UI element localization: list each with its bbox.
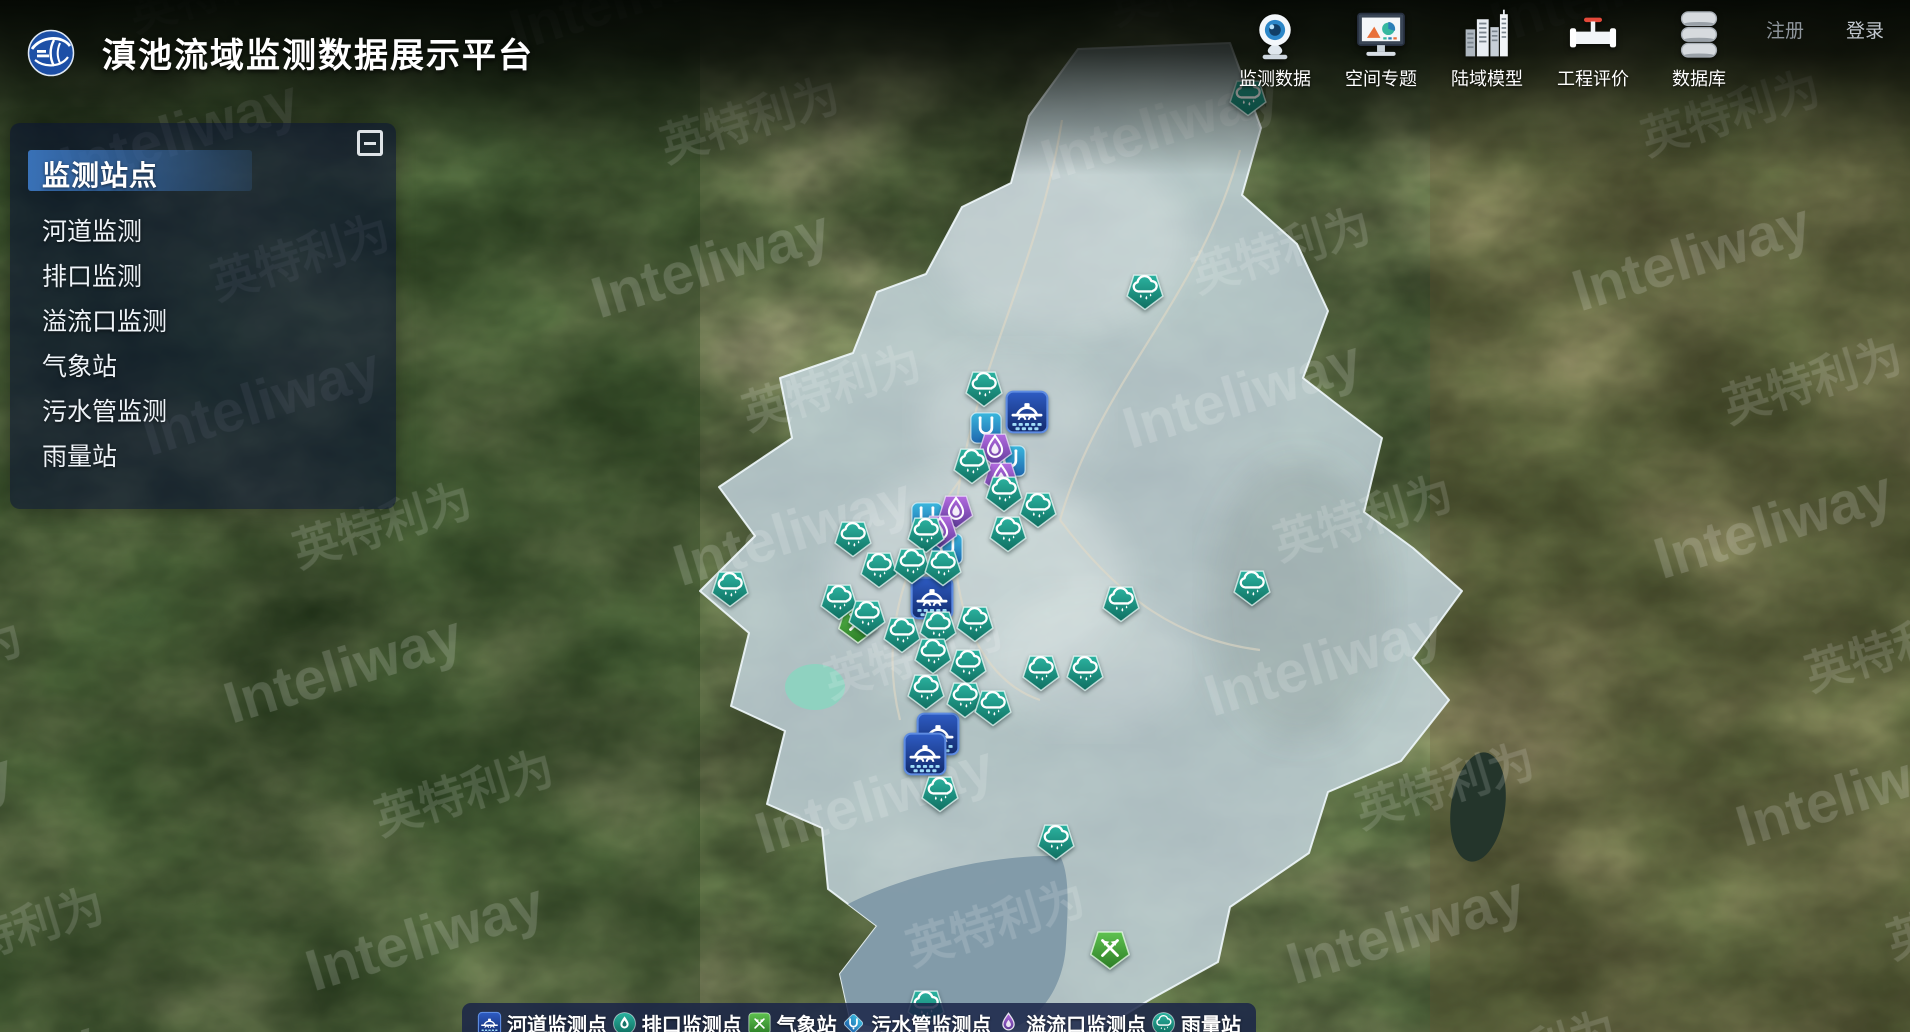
river-marker-icon bbox=[1004, 389, 1050, 435]
map-legend: 河道监测点 排口监测点 气象站 污水管监测点 溢流口监测点 雨量站 bbox=[462, 1003, 1256, 1032]
map-marker-rain[interactable] bbox=[923, 546, 964, 587]
sidebar-menu: 河道监测排口监测溢流口监测气象站污水管监测雨量站 bbox=[42, 210, 167, 480]
map-marker-rain[interactable] bbox=[1232, 566, 1273, 607]
pipe-valve-icon bbox=[1566, 8, 1620, 62]
nav-item-spatial-theme[interactable]: 空间专题 bbox=[1328, 8, 1434, 91]
map-marker-rain[interactable] bbox=[973, 686, 1014, 727]
header-nav: 监测数据 空间专题 陆域模型 工程评价 数据库 bbox=[1222, 8, 1752, 91]
rain-marker-icon bbox=[1036, 820, 1077, 861]
map-marker-rain[interactable] bbox=[964, 367, 1005, 408]
sidebar-item-overflow[interactable]: 溢流口监测 bbox=[42, 300, 167, 345]
outfall-legend-icon bbox=[612, 1011, 637, 1032]
auth-links: 注册 登录 bbox=[1766, 16, 1884, 43]
map-marker-rain[interactable] bbox=[920, 772, 961, 813]
nav-item-monitor-data[interactable]: 监测数据 bbox=[1222, 8, 1328, 91]
map-marker-rain[interactable] bbox=[1101, 582, 1142, 623]
minimize-icon bbox=[364, 142, 376, 145]
nav-item-label: 监测数据 bbox=[1239, 65, 1311, 91]
database-icon bbox=[1672, 8, 1726, 62]
monitoring-stations-panel: 监测站点 河道监测排口监测溢流口监测气象站污水管监测雨量站 bbox=[10, 123, 396, 509]
nav-item-database[interactable]: 数据库 bbox=[1646, 8, 1752, 91]
map-marker-river[interactable] bbox=[1004, 389, 1050, 435]
monitor-chart-icon bbox=[1354, 8, 1408, 62]
map-marker-rain[interactable] bbox=[955, 602, 996, 643]
login-link[interactable]: 登录 bbox=[1846, 16, 1884, 43]
legend-item-label: 排口监测点 bbox=[642, 1009, 742, 1032]
nav-item-land-model[interactable]: 陆域模型 bbox=[1434, 8, 1540, 91]
legend-item-label: 污水管监测点 bbox=[871, 1009, 991, 1032]
legend-item-outfall[interactable]: 排口监测点 bbox=[612, 1009, 742, 1032]
legend-item-overflow[interactable]: 溢流口监测点 bbox=[996, 1009, 1146, 1032]
weather-marker-icon bbox=[1088, 926, 1132, 970]
rain-marker-icon bbox=[1021, 651, 1062, 692]
rain-marker-icon bbox=[1065, 651, 1106, 692]
minimize-button[interactable] bbox=[357, 130, 383, 156]
rain-marker-icon bbox=[1125, 270, 1166, 311]
rain-marker-icon bbox=[955, 602, 996, 643]
webcam-icon bbox=[1248, 8, 1302, 62]
company-logo-icon[interactable] bbox=[27, 29, 75, 77]
nav-item-label: 空间专题 bbox=[1345, 65, 1417, 91]
rain-marker-icon bbox=[973, 686, 1014, 727]
sidebar-item-outfall[interactable]: 排口监测 bbox=[42, 255, 167, 300]
map-marker-weather[interactable] bbox=[1088, 926, 1132, 970]
rain-marker-icon bbox=[964, 367, 1005, 408]
rain-marker-icon bbox=[923, 546, 964, 587]
legend-item-label: 雨量站 bbox=[1181, 1009, 1241, 1032]
map-marker-rain[interactable] bbox=[1125, 270, 1166, 311]
nav-item-label: 数据库 bbox=[1672, 65, 1726, 91]
app: 英特利为 Inteliway bbox=[0, 0, 1910, 1032]
map-marker-rain[interactable] bbox=[1036, 820, 1077, 861]
legend-item-sewage[interactable]: 污水管监测点 bbox=[841, 1009, 991, 1032]
legend-item-label: 溢流口监测点 bbox=[1026, 1009, 1146, 1032]
river-marker-icon bbox=[902, 731, 948, 777]
map-marker-rain[interactable] bbox=[1021, 651, 1062, 692]
overflow-legend-icon bbox=[996, 1011, 1021, 1032]
nav-item-label: 工程评价 bbox=[1557, 65, 1629, 91]
panel-title[interactable]: 监测站点 bbox=[42, 154, 158, 194]
sidebar-item-weather[interactable]: 气象站 bbox=[42, 345, 167, 390]
map-marker-rain[interactable] bbox=[710, 567, 751, 608]
rain-marker-icon bbox=[920, 772, 961, 813]
sidebar-item-rain[interactable]: 雨量站 bbox=[42, 435, 167, 480]
sidebar-item-sewage[interactable]: 污水管监测 bbox=[42, 390, 167, 435]
rain-marker-icon bbox=[1232, 566, 1273, 607]
river-legend-icon bbox=[477, 1011, 502, 1032]
legend-item-label: 气象站 bbox=[777, 1009, 837, 1032]
map-marker-rain[interactable] bbox=[906, 670, 947, 711]
sidebar-item-river[interactable]: 河道监测 bbox=[42, 210, 167, 255]
rain-marker-icon bbox=[988, 512, 1029, 553]
map-marker-rain[interactable] bbox=[1065, 651, 1106, 692]
legend-item-river[interactable]: 河道监测点 bbox=[477, 1009, 607, 1032]
legend-item-weather[interactable]: 气象站 bbox=[747, 1009, 837, 1032]
legend-item-label: 河道监测点 bbox=[507, 1009, 607, 1032]
nav-item-project-eval[interactable]: 工程评价 bbox=[1540, 8, 1646, 91]
map-marker-rain[interactable] bbox=[988, 512, 1029, 553]
map-marker-river[interactable] bbox=[902, 731, 948, 777]
rain-legend-icon bbox=[1151, 1011, 1176, 1032]
register-link[interactable]: 注册 bbox=[1766, 16, 1804, 43]
rain-marker-icon bbox=[710, 567, 751, 608]
sewage-legend-icon bbox=[841, 1011, 866, 1032]
rain-marker-icon bbox=[906, 670, 947, 711]
legend-item-rain[interactable]: 雨量站 bbox=[1151, 1009, 1241, 1032]
page-title: 滇池流域监测数据展示平台 bbox=[102, 28, 534, 77]
nav-item-label: 陆域模型 bbox=[1451, 65, 1523, 91]
rain-marker-icon bbox=[1101, 582, 1142, 623]
weather-legend-icon bbox=[747, 1011, 772, 1032]
city-buildings-icon bbox=[1460, 8, 1514, 62]
